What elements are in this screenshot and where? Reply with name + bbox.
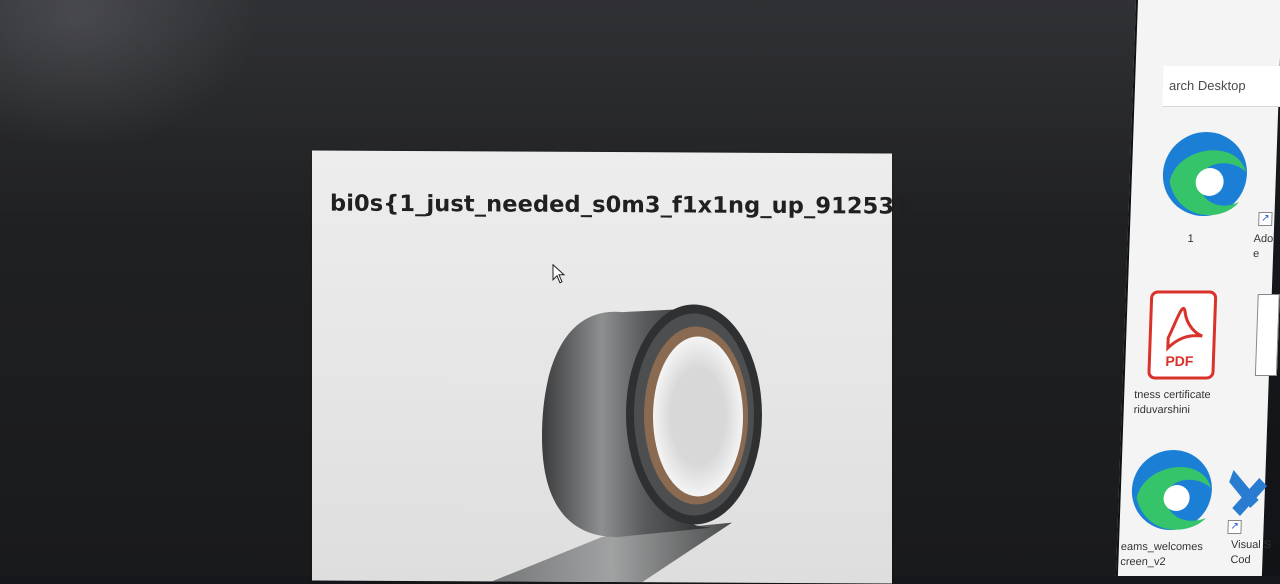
desktop-icon-label-teams: eams_welcomes creen_v2 (1120, 541, 1204, 568)
file-icon[interactable] (1254, 294, 1280, 376)
desktop-icon-label-vscode: Visual S Cod (1230, 539, 1272, 566)
image-viewer-window[interactable]: bi0s{1_just_needed_s0m3_f1x1ng_up_91253} (312, 150, 910, 584)
pdf-badge-label: PDF (1165, 353, 1194, 369)
desktop-icon-label-adobe: Ado e (1252, 233, 1274, 260)
desktop-icon-label-certificate: tness certificate riduvarshini (1133, 389, 1211, 416)
edge-icon[interactable] (1127, 440, 1216, 540)
vscode-icon[interactable] (1228, 460, 1270, 520)
duct-tape-image (492, 304, 762, 583)
search-placeholder: arch Desktop (1168, 78, 1246, 93)
desktop-panel: arch Desktop 1 ↗ Ado e PDF tness certific… (1115, 0, 1280, 576)
shortcut-arrow-icon: ↗ (1258, 212, 1273, 226)
flag-text: bi0s{1_just_needed_s0m3_f1x1ng_up_91253} (330, 190, 911, 220)
desktop-icon-label-1: 1 (1187, 233, 1194, 245)
shortcut-arrow-icon: ↗ (1227, 520, 1242, 534)
desktop-search-input[interactable]: arch Desktop (1162, 66, 1280, 107)
edge-icon[interactable] (1158, 122, 1252, 230)
mouse-cursor-icon (552, 263, 566, 284)
screen-glare (0, 0, 260, 150)
